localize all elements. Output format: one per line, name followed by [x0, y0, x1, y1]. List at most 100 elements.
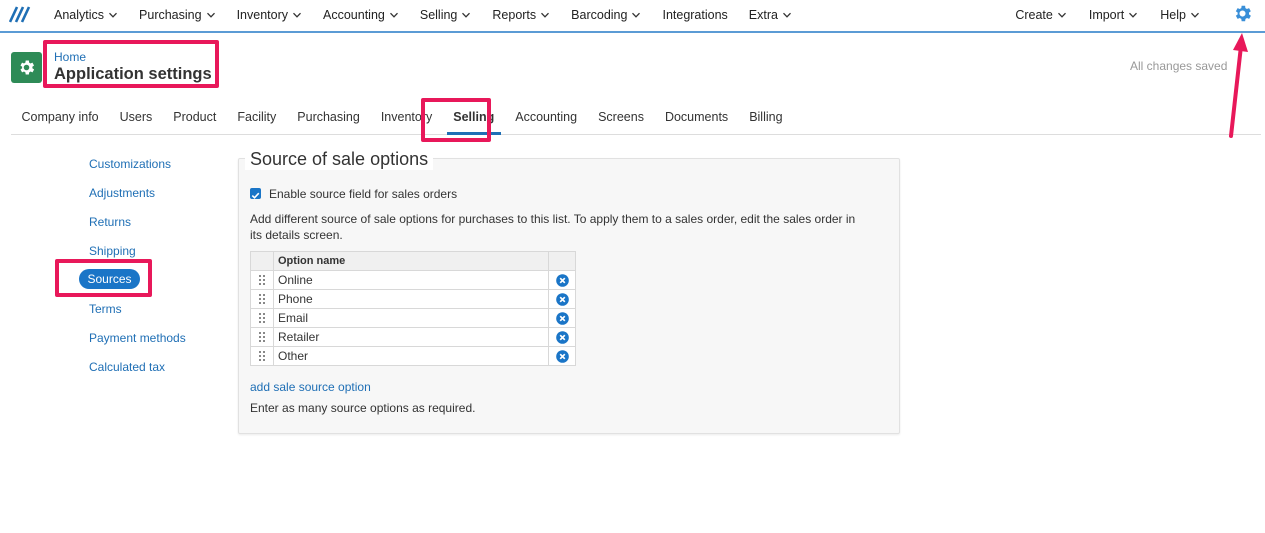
nav-menu-label: Integrations [662, 7, 728, 22]
main-menu: Analytics Purchasing Inventory Accounting Se… [54, 0, 813, 29]
nav-menu-label: Analytics [54, 7, 105, 22]
settings-gear-icon[interactable] [1232, 3, 1253, 24]
chevron-down-icon [1191, 12, 1199, 18]
app-settings-icon [11, 52, 42, 83]
right-menu: Create Import Help [1015, 0, 1222, 29]
nav-menu-label: Inventory [236, 7, 288, 22]
chevron-down-icon [1129, 12, 1138, 18]
nav-menu-label: Help [1160, 7, 1186, 22]
highlight-breadcrumb-title [43, 40, 219, 88]
nav-menu-label: Barcoding [571, 7, 628, 22]
tab-users[interactable]: Users [109, 100, 163, 134]
sidebar-item-terms[interactable]: Terms [89, 302, 122, 316]
table-row: Retailer [250, 327, 576, 347]
tab-documents[interactable]: Documents [654, 100, 738, 134]
chevron-down-icon [109, 12, 117, 18]
remove-option-icon[interactable] [555, 274, 569, 287]
panel-description: Add different source of sale options for… [250, 212, 856, 242]
tab-accounting[interactable]: Accounting [505, 100, 588, 134]
tab-screens[interactable]: Screens [588, 100, 655, 134]
nav-menu-selling[interactable]: Selling [420, 8, 472, 22]
annotation-arrow-icon [1229, 33, 1248, 138]
tab-billing[interactable]: Billing [739, 100, 793, 134]
chevron-down-icon [632, 12, 641, 18]
chevron-down-icon [541, 12, 550, 18]
tab-facility[interactable]: Facility [227, 100, 287, 134]
nav-menu-label: Selling [419, 7, 458, 22]
drag-handle-icon[interactable] [258, 350, 266, 362]
nav-menu-accounting[interactable]: Accounting [323, 8, 399, 22]
drag-cell [250, 327, 274, 347]
sidebar-item-adjustments[interactable]: Adjustments [89, 186, 155, 200]
table-row: Email [250, 308, 576, 328]
chevron-down-icon [462, 12, 471, 18]
nav-menu-label: Accounting [323, 7, 385, 22]
nav-menu-barcoding[interactable]: Barcoding [571, 8, 641, 22]
tab-purchasing[interactable]: Purchasing [287, 100, 371, 134]
delete-column-header [548, 251, 576, 271]
nav-menu-create[interactable]: Create [1015, 8, 1067, 22]
add-sale-source-link[interactable]: add sale source option [250, 380, 371, 394]
tab-product[interactable]: Product [163, 100, 227, 134]
drag-handle-icon[interactable] [258, 293, 266, 305]
option-name-cell[interactable]: Phone [273, 289, 549, 309]
drag-cell [250, 270, 274, 290]
nav-menu-help[interactable]: Help [1160, 8, 1200, 22]
sidebar-item-customizations[interactable]: Customizations [89, 157, 171, 171]
highlight-sources-item [55, 259, 152, 297]
chevron-down-icon [783, 12, 791, 18]
drag-cell [250, 308, 274, 328]
table-row: Phone [250, 289, 576, 309]
table-row: Online [250, 270, 576, 290]
save-status: All changes saved [1130, 59, 1228, 73]
remove-option-icon[interactable] [555, 293, 569, 306]
chevron-down-icon [389, 12, 398, 18]
nav-menu-label: Create [1015, 7, 1053, 22]
nav-menu-analytics[interactable]: Analytics [54, 8, 118, 22]
tab-company-info[interactable]: Company info [11, 100, 109, 134]
sidebar-item-shipping[interactable]: Shipping [89, 244, 136, 258]
chevron-down-icon [293, 12, 301, 18]
logo-icon[interactable] [9, 5, 33, 23]
sidebar-item-calculated-tax[interactable]: Calculated tax [89, 360, 165, 374]
nav-menu-label: Extra [748, 7, 778, 22]
sidebar-item-payment-methods[interactable]: Payment methods [89, 331, 186, 345]
highlight-selling-tab [421, 98, 491, 142]
nav-menu-purchasing[interactable]: Purchasing [139, 8, 216, 22]
remove-option-cell [548, 270, 576, 290]
nav-menu-extra[interactable]: Extra [749, 8, 792, 22]
drag-handle-icon[interactable] [258, 331, 266, 343]
enable-source-checkbox[interactable] [250, 188, 261, 199]
source-options-table: Option name Online Phone Email Retailer Othe… [250, 251, 576, 366]
drag-handle-icon[interactable] [258, 312, 266, 324]
remove-option-icon[interactable] [555, 312, 569, 325]
remove-option-cell [548, 289, 576, 309]
remove-option-cell [548, 308, 576, 328]
option-name-header: Option name [273, 251, 549, 271]
top-navigation-bar: Analytics Purchasing Inventory Accounting Se… [0, 0, 1265, 33]
option-name-cell[interactable]: Email [273, 308, 549, 328]
drag-cell [250, 346, 274, 366]
drag-cell [250, 289, 274, 309]
nav-menu-import[interactable]: Import [1089, 8, 1138, 22]
option-name-cell[interactable]: Retailer [273, 327, 549, 347]
sidebar-item-returns[interactable]: Returns [89, 215, 131, 229]
nav-menu-inventory[interactable]: Inventory [237, 8, 302, 22]
remove-option-icon[interactable] [555, 350, 569, 363]
chevron-down-icon [206, 12, 215, 18]
drag-handle-icon[interactable] [258, 274, 266, 286]
chevron-down-icon [1057, 12, 1066, 18]
enable-source-label: Enable source field for sales orders [269, 187, 458, 201]
nav-menu-label: Reports [492, 7, 537, 22]
option-name-cell[interactable]: Other [273, 346, 549, 366]
option-name-cell[interactable]: Online [273, 270, 549, 290]
remove-option-icon[interactable] [555, 331, 569, 344]
remove-option-cell [548, 327, 576, 347]
table-row: Other [250, 346, 576, 366]
nav-menu-label: Import [1088, 7, 1125, 22]
nav-menu-integrations[interactable]: Integrations [662, 8, 727, 22]
nav-menu-reports[interactable]: Reports [492, 8, 550, 22]
remove-option-cell [548, 346, 576, 366]
settings-tabs: Company info Users Product Facility Purchasi… [11, 100, 1261, 135]
checkmark-icon [251, 192, 260, 199]
